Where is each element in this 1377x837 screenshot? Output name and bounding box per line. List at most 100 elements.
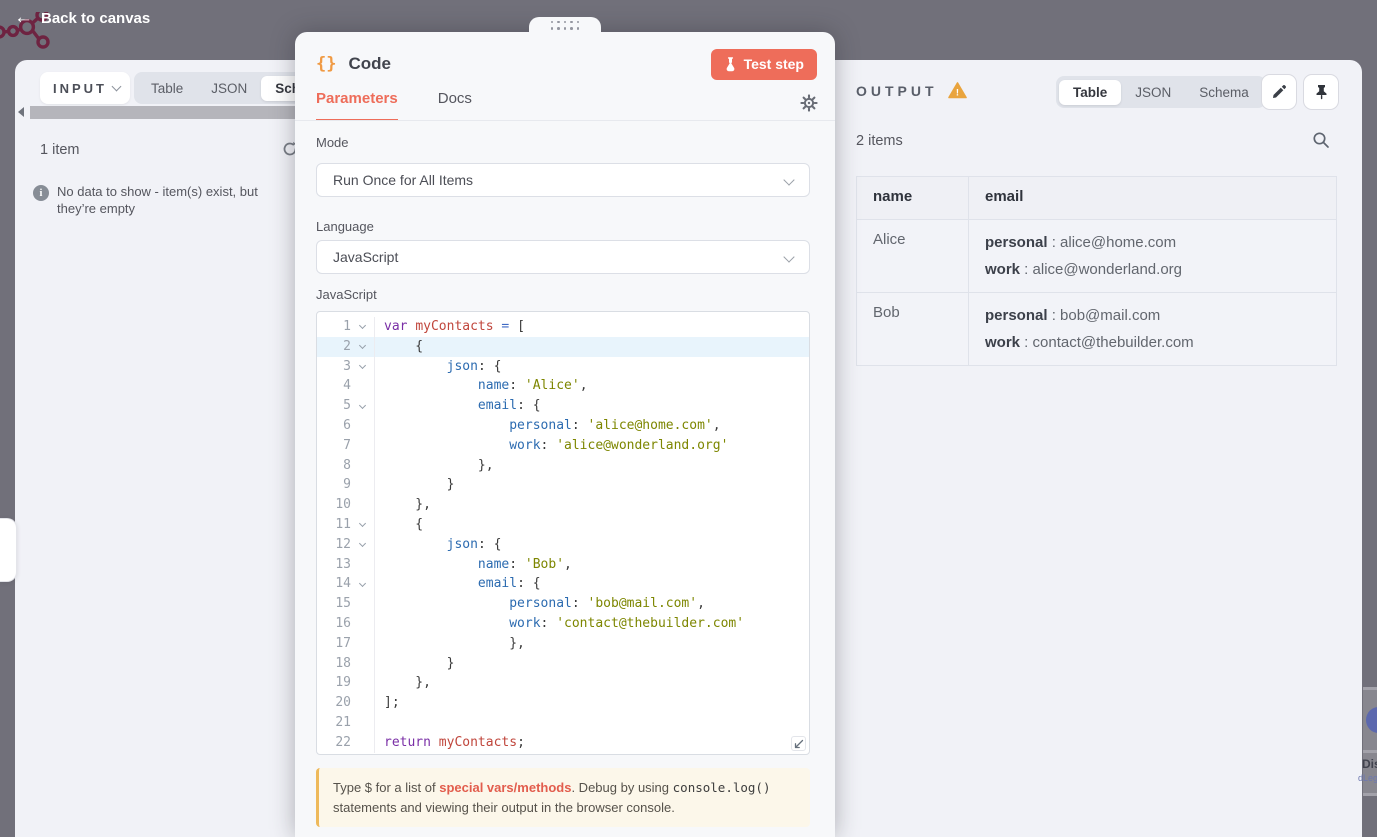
input-tab-json[interactable]: JSON [197,76,261,101]
code-line-18[interactable]: 18 } [317,653,809,674]
line-number: 3 [343,358,351,374]
back-to-canvas-button[interactable]: ← Back to canvas [14,8,150,28]
scroll-left-arrow-icon[interactable] [18,107,24,117]
modal-drag-handle[interactable] [529,17,601,33]
test-step-button[interactable]: Test step [710,48,817,80]
cell-email: personal : alice@home.com work : alice@wo… [968,219,1337,293]
line-number: 12 [335,536,351,552]
line-number: 19 [335,675,351,691]
code-line-12[interactable]: 12 json: { [317,534,809,555]
n8n-node-detail-view: { "colors": { "accent": "#ee6d5a", "warn… [0,0,1377,837]
input-tab-table[interactable]: Table [137,76,197,101]
code-line-8[interactable]: 8 }, [317,455,809,476]
code-editor[interactable]: 1 var myContacts = [2 {3 json: {4 name: '… [316,311,810,755]
hint-text-mid: . Debug by using [571,780,673,795]
modal-tab-parameters[interactable]: Parameters [316,90,398,121]
line-number: 16 [335,615,351,631]
code-line-2[interactable]: 2 { [317,336,809,357]
code-line-16[interactable]: 16 work: 'contact@thebuilder.com' [317,613,809,634]
language-select-value: JavaScript [333,249,399,265]
fold-chevron-icon[interactable] [351,357,373,377]
fold-chevron-icon[interactable] [351,574,373,594]
code-line-content [375,713,392,733]
mode-select[interactable]: Run Once for All Items [316,163,810,197]
output-tab-schema[interactable]: Schema [1185,80,1263,105]
line-number: 5 [343,398,351,414]
table-row[interactable]: Alice personal : alice@home.com work : ali… [856,219,1337,293]
arrow-left-icon: ← [14,7,33,28]
code-line-5[interactable]: 5 email: { [317,396,809,416]
cell-name: Bob [856,292,969,366]
code-line-13[interactable]: 13 name: 'Bob', [317,554,809,575]
pin-icon [1316,85,1326,100]
fold-chevron-icon[interactable] [351,317,373,337]
code-line-19[interactable]: 19 }, [317,673,809,694]
chevron-down-icon [783,174,795,186]
line-number: 8 [343,457,351,473]
gear-icon[interactable] [800,94,818,112]
code-line-11[interactable]: 11 { [317,514,809,535]
cell-name: Alice [856,219,969,293]
code-line-content: email: { [477,398,541,414]
code-line-content: { [384,516,424,532]
code-line-14[interactable]: 14 email: { [317,574,809,595]
code-line-content: }, [384,675,431,691]
edit-output-button[interactable] [1261,74,1297,110]
fold-chevron-icon[interactable] [351,535,373,555]
code-line-20[interactable]: 20]; [317,693,809,713]
code-line-content: personal: 'bob@mail.com', [509,596,705,612]
resize-icon [794,739,803,748]
editor-hint-callout: Type $ for a list of special vars/method… [316,768,810,828]
output-panel-label: OUTPUT [856,82,938,99]
column-header-name: name [856,176,969,220]
back-to-canvas-label: Back to canvas [41,9,151,27]
code-line-content: } [384,655,455,671]
flask-icon [726,56,734,71]
output-tab-json[interactable]: JSON [1121,80,1185,105]
code-line-22[interactable]: 22 return myContacts; [317,732,809,753]
code-line-content: var myContacts = [ [384,319,525,334]
search-icon[interactable] [1312,131,1330,149]
panel-resize-handle[interactable] [0,518,17,582]
code-line-6[interactable]: 6 personal: 'alice@home.com', [317,415,809,436]
editor-resize-handle[interactable] [791,736,806,751]
modal-tab-docs[interactable]: Docs [438,90,472,121]
code-line-4[interactable]: 4 name: 'Alice', [317,376,809,397]
code-line-1[interactable]: 1 var myContacts = [ [317,317,809,337]
code-line-17[interactable]: 17 }, [317,633,809,654]
output-tab-table[interactable]: Table [1059,79,1122,105]
code-line-content: } [384,477,455,493]
code-line-15[interactable]: 15 personal: 'bob@mail.com', [317,594,809,614]
test-step-label: Test step [743,56,804,72]
clipped-node-title: Dis [1362,757,1377,771]
code-line-10[interactable]: 10 }, [317,495,809,515]
special-vars-link[interactable]: special vars/methods [439,780,571,795]
pin-data-button[interactable] [1303,74,1339,110]
line-number: 9 [343,477,351,493]
code-line-content: { [384,338,424,354]
fold-chevron-icon[interactable] [351,515,373,535]
table-row[interactable]: Bob personal : bob@mail.com work : contact… [856,292,1337,366]
fold-chevron-icon[interactable] [351,337,373,357]
input-panel-label: INPUT [53,80,107,96]
code-line-7[interactable]: 7 work: 'alice@wonderland.org' [317,435,809,456]
email-entry: personal : bob@mail.com [985,307,1161,324]
chevron-down-icon [111,81,122,92]
language-select[interactable]: JavaScript [316,240,810,274]
code-line-3[interactable]: 3 json: { [317,356,809,377]
input-panel-selector[interactable]: INPUT [40,72,130,104]
line-number: 6 [343,417,351,433]
fold-chevron-icon[interactable] [351,396,373,416]
code-line-21[interactable]: 21 [317,712,809,733]
code-line-content: work: 'contact@thebuilder.com' [509,615,745,631]
code-line-9[interactable]: 9 } [317,475,809,496]
input-empty-message: i No data to show - item(s) exist, but t… [33,184,289,217]
